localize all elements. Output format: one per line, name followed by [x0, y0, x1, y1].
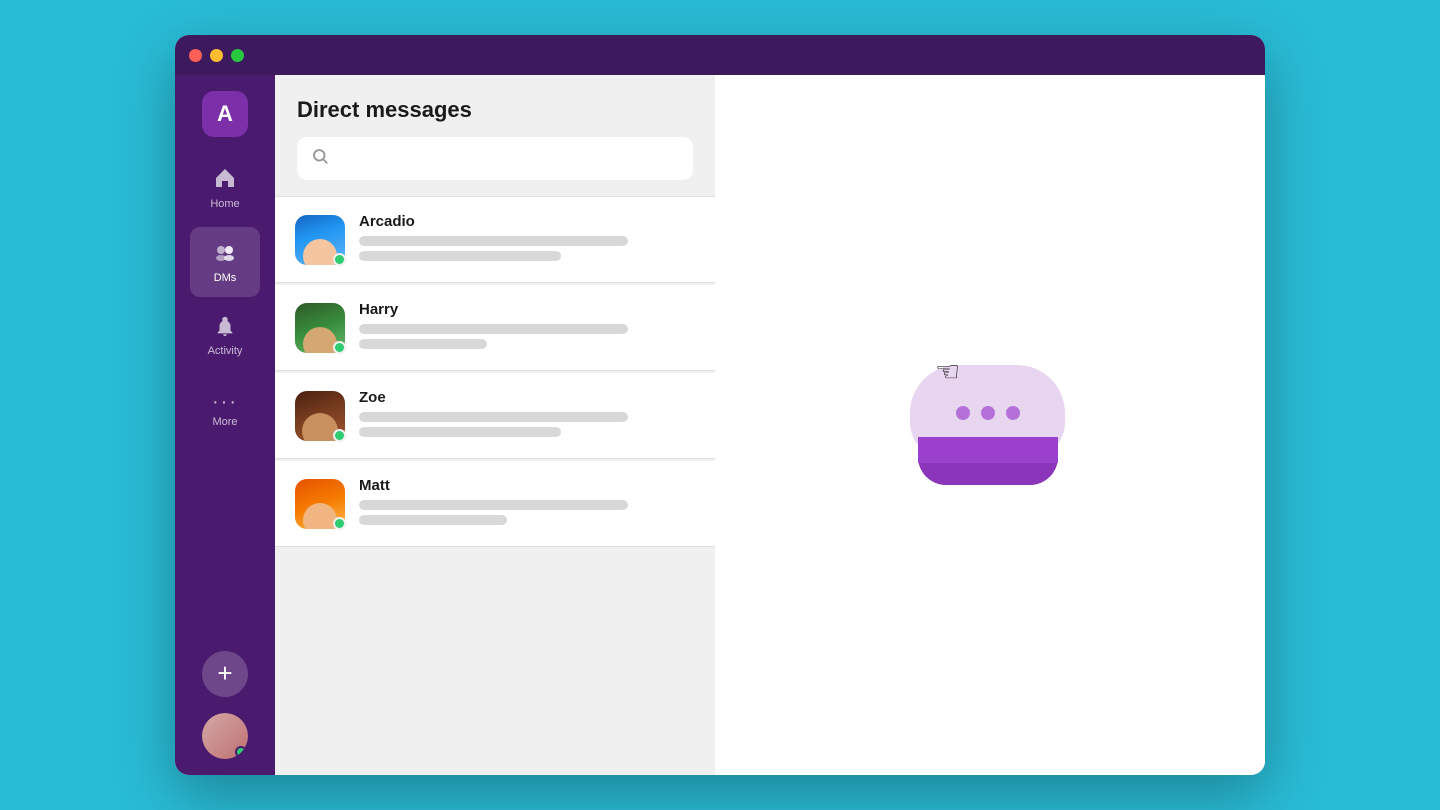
- home-icon: [213, 166, 237, 194]
- current-user-avatar[interactable]: [202, 713, 248, 759]
- app-body: A Home: [175, 75, 1265, 775]
- bubble-connector: [918, 437, 1058, 463]
- minimize-button[interactable]: [210, 49, 223, 62]
- zoe-preview-line-1: [359, 412, 628, 422]
- matt-avatar-wrap: [295, 479, 345, 529]
- sidebar-item-home[interactable]: Home: [190, 153, 260, 223]
- zoe-content: Zoe: [359, 389, 695, 442]
- sidebar-home-label: Home: [210, 198, 239, 210]
- arcadio-name: Arcadio: [359, 213, 695, 230]
- more-icon: ···: [212, 392, 238, 412]
- matt-online-dot: [333, 517, 346, 530]
- activity-icon: [214, 315, 236, 341]
- arcadio-preview-line-1: [359, 236, 628, 246]
- dm-item-matt[interactable]: Matt: [275, 461, 715, 547]
- maximize-button[interactable]: [231, 49, 244, 62]
- search-icon: [311, 147, 329, 170]
- arcadio-preview-line-2: [359, 251, 561, 261]
- sidebar-more-label: More: [212, 416, 237, 428]
- zoe-name: Zoe: [359, 389, 695, 406]
- add-button[interactable]: +: [202, 651, 248, 697]
- arcadio-content: Arcadio: [359, 213, 695, 266]
- harry-content: Harry: [359, 301, 695, 354]
- zoe-preview-line-2: [359, 427, 561, 437]
- matt-preview-line-2: [359, 515, 507, 525]
- empty-state-logo: [910, 365, 1070, 485]
- app-window: A Home: [175, 35, 1265, 775]
- dm-item-harry[interactable]: Harry: [275, 285, 715, 371]
- plus-icon: +: [217, 660, 232, 686]
- matt-content: Matt: [359, 477, 695, 530]
- arcadio-avatar-wrap: [295, 215, 345, 265]
- sidebar-activity-label: Activity: [208, 345, 243, 357]
- user-online-indicator: [235, 746, 247, 758]
- close-button[interactable]: [189, 49, 202, 62]
- harry-preview-line-1: [359, 324, 628, 334]
- chat-area: ☜: [715, 75, 1265, 775]
- bubble-dot-1: [956, 406, 970, 420]
- bubble-dot-3: [1006, 406, 1020, 420]
- zoe-online-dot: [333, 429, 346, 442]
- dm-panel: Direct messages: [275, 75, 715, 775]
- dm-panel-title: Direct messages: [297, 97, 693, 123]
- dm-list: Arcadio: [275, 197, 715, 775]
- sidebar-item-more[interactable]: ··· More: [190, 375, 260, 445]
- chat-bubble-3d: [910, 365, 1070, 485]
- harry-online-dot: [333, 341, 346, 354]
- arcadio-online-dot: [333, 253, 346, 266]
- dm-search-bar[interactable]: [297, 137, 693, 180]
- bubble-dot-2: [981, 406, 995, 420]
- matt-preview-line-1: [359, 500, 628, 510]
- title-bar: [175, 35, 1265, 75]
- matt-name: Matt: [359, 477, 695, 494]
- harry-name: Harry: [359, 301, 695, 318]
- sidebar-user-initial[interactable]: A: [202, 91, 248, 137]
- dm-item-zoe[interactable]: Zoe: [275, 373, 715, 459]
- harry-preview-line-2: [359, 339, 487, 349]
- dms-icon: [213, 240, 237, 268]
- zoe-avatar-wrap: [295, 391, 345, 441]
- sidebar-item-activity[interactable]: Activity: [190, 301, 260, 371]
- search-input[interactable]: [339, 150, 679, 167]
- harry-avatar-wrap: [295, 303, 345, 353]
- sidebar-dms-label: DMs: [214, 272, 237, 284]
- dm-header: Direct messages: [275, 75, 715, 197]
- sidebar-item-dms[interactable]: DMs: [190, 227, 260, 297]
- dm-item-arcadio[interactable]: Arcadio: [275, 197, 715, 283]
- sidebar: A Home: [175, 75, 275, 775]
